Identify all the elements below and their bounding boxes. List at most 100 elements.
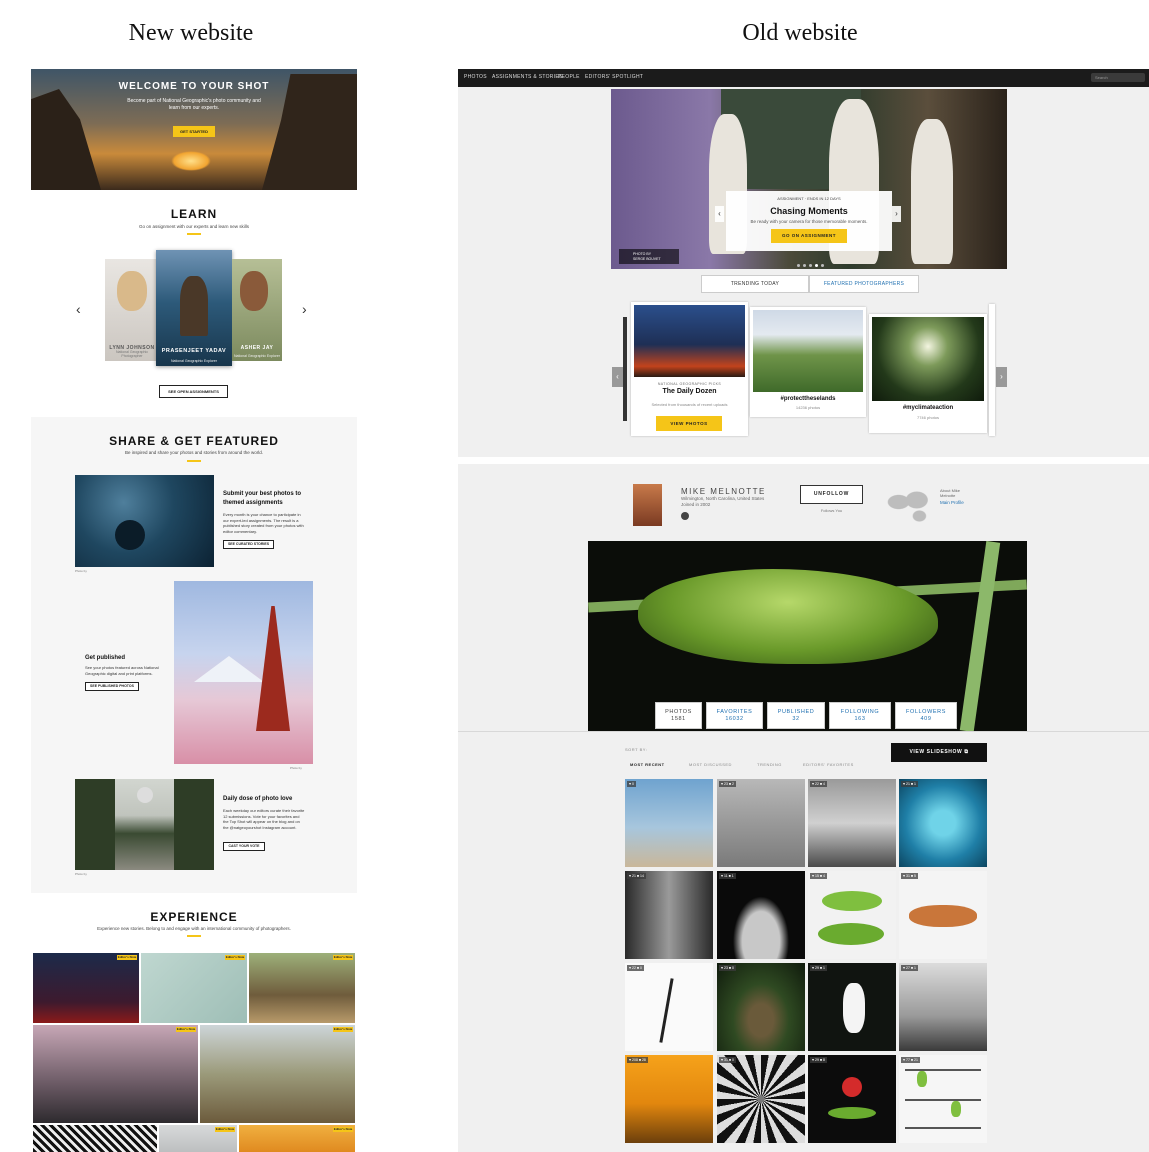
branch-graphic: [905, 1069, 981, 1071]
hero-banner: WELCOME TO YOUR SHOT Become part of Nati…: [31, 69, 357, 190]
chevron-left-icon[interactable]: ‹: [76, 301, 81, 317]
grid-photo[interactable]: ♥ 22 ■ 0: [625, 963, 713, 1051]
chevron-right-icon[interactable]: ›: [302, 301, 307, 317]
sort-most-discussed[interactable]: MOST DISCUSSED: [689, 762, 732, 767]
slide-dot[interactable]: [821, 264, 824, 267]
slide-dot[interactable]: [803, 264, 806, 267]
portrait-graphic: [180, 276, 208, 336]
protecttheselands-card[interactable]: #protecttheselands 14236 photos: [750, 307, 866, 417]
slide-dot[interactable]: [809, 264, 812, 267]
photo-meta: ♥ 208 ■ 28: [627, 1057, 648, 1063]
caterpillar-graphic: [917, 1071, 927, 1087]
daily-dozen-card[interactable]: NATIONAL GEOGRAPHIC PICKS The Daily Doze…: [631, 302, 748, 436]
grid-photo[interactable]: ♥ 23 ■ 2: [717, 779, 805, 867]
photo-child-balloons: [75, 779, 214, 870]
unfollow-button[interactable]: UNFOLLOW: [800, 485, 863, 504]
grid-photo[interactable]: ♥ 23 ■ 0: [717, 963, 805, 1051]
experience-photo-6[interactable]: [33, 1125, 157, 1152]
learn-title: LEARN: [170, 207, 218, 221]
stat-published[interactable]: PUBLISHED 32: [767, 702, 825, 729]
promo-title: Chasing Moments: [770, 206, 848, 216]
caption-new-website: New website: [128, 20, 254, 46]
experience-photo-8[interactable]: Editor's Note: [239, 1125, 355, 1152]
tab-trending-today[interactable]: TRENDING TODAY: [701, 275, 809, 293]
avatar[interactable]: [633, 484, 662, 526]
slide-dot[interactable]: [797, 264, 800, 267]
grid-photo[interactable]: ♥ 29 ■ 1: [808, 963, 896, 1051]
experience-photo-1[interactable]: Editor's Note: [33, 953, 139, 1023]
grid-photo[interactable]: ♥ 27 ■ 1: [899, 963, 987, 1051]
photo-meta: ♥ 22 ■ 0: [627, 965, 644, 971]
grid-photo[interactable]: ♥ 77 ■ 21: [899, 1055, 987, 1143]
sort-editors-favorites[interactable]: EDITORS' FAVORITES: [803, 762, 854, 767]
chevron-left-icon[interactable]: ‹: [715, 206, 724, 222]
photo-meta: ♥ 29 ■ 1: [810, 965, 827, 971]
nav-editors-spotlight[interactable]: EDITORS' SPOTLIGHT: [585, 74, 643, 80]
card-subtitle: 7746 photos: [916, 415, 940, 420]
portrait-graphic: [117, 271, 147, 311]
new-website-screenshot: WELCOME TO YOUR SHOT Become part of Nati…: [31, 69, 357, 1152]
see-curated-stories-button[interactable]: SEE CURATED STORIES: [223, 540, 274, 549]
sort-most-recent[interactable]: MOST RECENT: [630, 762, 665, 767]
experience-photo-3[interactable]: Editor's Note: [249, 953, 355, 1023]
search-input[interactable]: Search: [1091, 73, 1145, 82]
screenshot-divider: [458, 457, 1149, 464]
grid-photo[interactable]: ♥ 0: [625, 779, 713, 867]
photo-meta: ♥ 22 ■ 4: [810, 781, 827, 787]
nav-people[interactable]: PEOPLE: [558, 74, 580, 80]
sort-trending[interactable]: TRENDING: [757, 762, 782, 767]
grid-photo[interactable]: ♥ 31 ■ 0: [717, 1055, 805, 1143]
myclimateaction-card[interactable]: #myclimateaction 7746 photos: [869, 314, 987, 433]
photo-meta: ♥ 31 ■ 5: [901, 873, 918, 879]
view-photos-button[interactable]: VIEW PHOTOS: [656, 416, 722, 431]
experience-photo-5[interactable]: Editor's Note: [200, 1025, 355, 1123]
expert-card-asher-jay[interactable]: ASHER JAY National Geographic Explorer: [232, 259, 282, 361]
stat-photos[interactable]: PHOTOS 1581: [655, 702, 702, 729]
stat-following[interactable]: FOLLOWING 163: [829, 702, 891, 729]
caterpillar-graphic: [909, 905, 977, 927]
grid-photo[interactable]: ♥ 15 ■ 4: [808, 871, 896, 959]
promo-description: Be ready with your camera for those memo…: [750, 219, 868, 224]
photo-pagoda-fuji: [174, 581, 313, 764]
editors-note-badge: Editor's Note: [117, 955, 137, 960]
grid-photo[interactable]: ♥ 11 ■ 1: [717, 871, 805, 959]
stat-favorites[interactable]: FAVORITES 16032: [706, 702, 763, 729]
expert-card-lynn-johnson[interactable]: LYNN JOHNSON National Geographic Photogr…: [105, 259, 159, 361]
cast-your-vote-button[interactable]: CAST YOUR VOTE: [223, 842, 265, 851]
editors-note-badge: Editor's Note: [225, 955, 245, 960]
nav-assignments-stories[interactable]: ASSIGNMENTS & STORIES: [492, 74, 563, 80]
chevron-right-icon[interactable]: ›: [996, 367, 1007, 387]
grid-photo[interactable]: ♥ 21 ■ 14: [625, 871, 713, 959]
badge-icon: [681, 512, 689, 520]
expert-card-prasenjeet-yadav[interactable]: PRASENJEET YADAV National Geographic Exp…: [156, 250, 232, 366]
pagoda-graphic: [256, 606, 290, 731]
get-started-button[interactable]: GET STARTED: [173, 126, 215, 137]
main-profile-link[interactable]: Main Profile: [940, 500, 964, 505]
experience-photo-4[interactable]: Editor's Note: [33, 1025, 198, 1123]
photo-meta: ♥ 77 ■ 21: [901, 1057, 920, 1063]
experience-photo-2[interactable]: Editor's Note: [141, 953, 247, 1023]
chevron-left-icon[interactable]: ‹: [612, 367, 623, 387]
expert-name: PRASENJEET YADAV: [161, 348, 227, 354]
grid-photo[interactable]: ♥ 22 ■ 4: [808, 779, 896, 867]
go-on-assignment-button[interactable]: GO ON ASSIGNMENT: [771, 229, 847, 243]
mountain-graphic: [194, 656, 264, 682]
grid-photo[interactable]: ♥ 21 ■ 1: [899, 779, 987, 867]
rock-silhouette-left: [31, 89, 101, 190]
view-slideshow-button[interactable]: VIEW SLIDESHOW ⧉: [891, 743, 987, 762]
feature-heading: Daily dose of photo love: [223, 796, 293, 802]
see-open-assignments-button[interactable]: SEE OPEN ASSIGNMENTS: [159, 385, 228, 398]
stat-followers[interactable]: FOLLOWERS 409: [895, 702, 957, 729]
nav-photos[interactable]: PHOTOS: [464, 74, 487, 80]
see-published-photos-button[interactable]: SEE PUBLISHED PHOTOS: [85, 682, 139, 691]
tab-featured-photographers[interactable]: FEATURED PHOTOGRAPHERS: [809, 275, 919, 293]
caterpillar-graphic: [828, 1107, 876, 1119]
expert-name: ASHER JAY: [240, 345, 274, 351]
slide-dot-active[interactable]: [815, 264, 818, 267]
grid-photo[interactable]: ♥ 29 ■ 8: [808, 1055, 896, 1143]
grid-photo[interactable]: ♥ 208 ■ 28: [625, 1055, 713, 1143]
experience-photo-7[interactable]: Editor's Note: [159, 1125, 237, 1152]
stat-value: 409: [920, 716, 932, 722]
grid-photo[interactable]: ♥ 31 ■ 5: [899, 871, 987, 959]
chevron-right-icon[interactable]: ›: [892, 206, 901, 222]
